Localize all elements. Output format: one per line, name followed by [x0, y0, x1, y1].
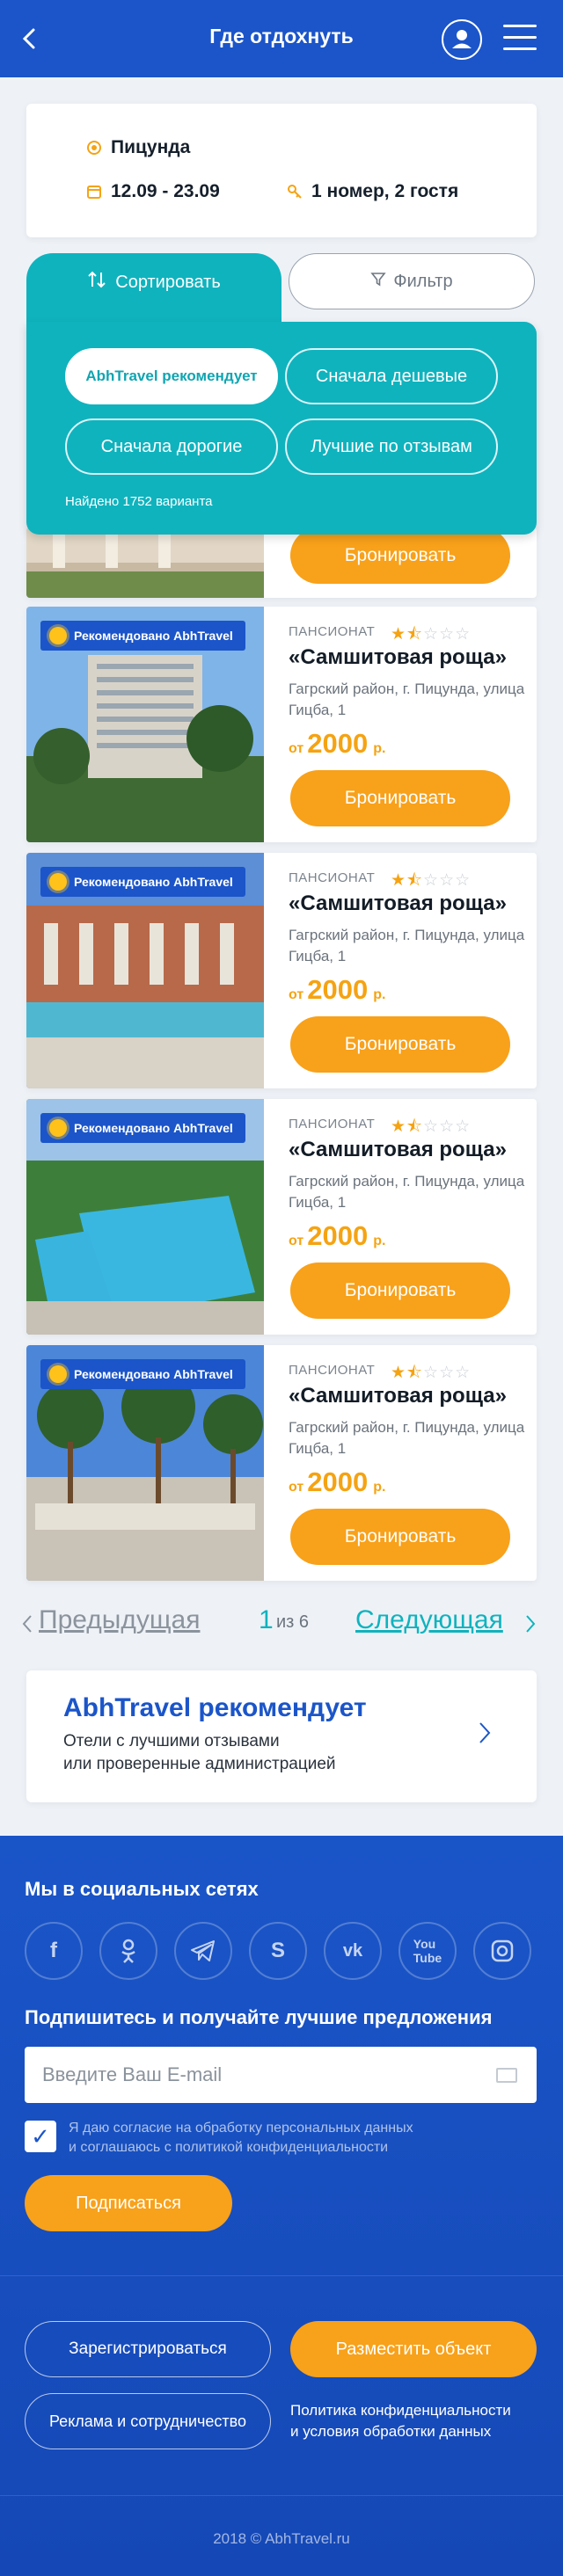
- hotel-name[interactable]: «Самшитовая роща»: [289, 1138, 507, 1162]
- hotel-type: ПАНСИОНАТ: [289, 1117, 376, 1132]
- badge-text: Рекомендовано AbhTravel: [74, 875, 233, 889]
- footer: Мы в социальных сетях f S vk You Tube Под…: [0, 1836, 563, 2576]
- sun-icon: [49, 873, 67, 891]
- sort-option-best-reviews[interactable]: Лучшие по отзывам: [285, 418, 498, 475]
- chevron-right-icon[interactable]: [477, 1718, 501, 1753]
- sun-icon: [49, 627, 67, 644]
- book-button[interactable]: Бронировать: [290, 770, 510, 826]
- youtube-icon[interactable]: You Tube: [398, 1922, 457, 1980]
- email-input[interactable]: [25, 2047, 537, 2103]
- app-header: Где отдохнуть: [0, 0, 563, 77]
- odnoklassniki-icon[interactable]: [99, 1922, 157, 1980]
- facebook-icon[interactable]: f: [25, 1922, 83, 1980]
- sort-option-cheap-first[interactable]: Сначала дешевые: [285, 348, 498, 404]
- skype-icon[interactable]: S: [249, 1922, 307, 1980]
- dates-row: 12.09 - 23.09: [86, 181, 220, 202]
- page-total: из 6: [276, 1612, 310, 1632]
- hamburger-menu-icon[interactable]: [503, 23, 537, 53]
- sort-label: Сортировать: [115, 272, 221, 292]
- recommended-badge: Рекомендовано AbhTravel: [40, 867, 245, 897]
- pagination: Предыдущая 1 из 6 Следующая: [21, 1605, 549, 1641]
- hotel-type: ПАНСИОНАТ: [289, 870, 376, 885]
- book-button[interactable]: Бронировать: [290, 528, 510, 584]
- recommended-badge: Рекомендовано AbhTravel: [40, 621, 245, 651]
- hotel-address: Гагрский район, г. Пицунда, улица Гицба,…: [289, 680, 525, 718]
- recommended-badge: Рекомендовано AbhTravel: [40, 1113, 245, 1143]
- sort-options-panel: AbhTravel рекомендует Сначала дешевые Сн…: [26, 322, 537, 535]
- back-arrow-icon[interactable]: [19, 21, 46, 56]
- guests-row: 1 номер, 2 гостя: [287, 181, 458, 202]
- badge-text: Рекомендовано AbhTravel: [74, 629, 233, 643]
- results-count: Найдено 1752 варианта: [65, 494, 213, 509]
- hotel-name[interactable]: «Самшитовая роща»: [289, 891, 507, 916]
- instagram-icon[interactable]: [473, 1922, 531, 1980]
- hotel-card[interactable]: Рекомендовано AbhTravel ПАНСИОНАТ ★⯪☆☆☆ …: [26, 853, 537, 1088]
- badge-text: Рекомендовано AbhTravel: [74, 1367, 233, 1381]
- footer-divider: [0, 2275, 563, 2276]
- sun-icon: [49, 1119, 67, 1137]
- hotel-type: ПАНСИОНАТ: [289, 1363, 376, 1378]
- sort-icon: [87, 270, 106, 295]
- vk-icon[interactable]: vk: [324, 1922, 382, 1980]
- mail-icon: [496, 2068, 517, 2083]
- hotel-name[interactable]: «Самшитовая роща»: [289, 1384, 507, 1408]
- hotel-price: от 2000 р.: [289, 1220, 386, 1251]
- hotel-price: от 2000 р.: [289, 974, 386, 1005]
- next-page-link[interactable]: Следующая: [355, 1605, 503, 1635]
- calendar-icon: [86, 184, 102, 200]
- hotel-address: Гагрский район, г. Пицунда, улица Гицба,…: [289, 927, 525, 964]
- sort-option-expensive-first[interactable]: Сначала дорогие: [65, 418, 278, 475]
- filter-label: Фильтр: [393, 271, 453, 291]
- subscribe-button[interactable]: Подписаться: [25, 2175, 232, 2231]
- location-row: Пицунда: [86, 137, 190, 158]
- subscribe-title: Подпишитесь и получайте лучшие предложен…: [25, 2006, 493, 2028]
- sun-icon: [49, 1365, 67, 1383]
- sort-option-recommended[interactable]: AbhTravel рекомендует: [65, 348, 278, 404]
- hotel-price: от 2000 р.: [289, 728, 386, 759]
- hotel-card-partial: Бронировать: [26, 528, 537, 598]
- badge-text: Рекомендовано AbhTravel: [74, 1121, 233, 1135]
- place-object-button[interactable]: Разместить объект: [290, 2321, 537, 2377]
- chevron-right-icon[interactable]: [524, 1614, 537, 1638]
- dates-text: 12.09 - 23.09: [111, 181, 220, 201]
- consent-checkbox[interactable]: ✓: [25, 2121, 56, 2152]
- current-page: 1: [259, 1605, 274, 1634]
- book-button[interactable]: Бронировать: [290, 1263, 510, 1319]
- recommend-title: AbhTravel рекомендует: [63, 1693, 367, 1722]
- footer-divider: [0, 2495, 563, 2496]
- recommended-badge: Рекомендовано AbhTravel: [40, 1359, 245, 1389]
- hotel-card[interactable]: Рекомендовано AbhTravel ПАНСИОНАТ ★⯪☆☆☆ …: [26, 1099, 537, 1335]
- search-summary-card[interactable]: Пицунда 12.09 - 23.09 1 номер, 2 гостя: [26, 104, 537, 237]
- location-text: Пицунда: [111, 137, 191, 157]
- hotel-card[interactable]: Рекомендовано AbhTravel ПАНСИОНАТ ★⯪☆☆☆ …: [26, 607, 537, 842]
- book-button[interactable]: Бронировать: [290, 1016, 510, 1073]
- register-button[interactable]: Зарегистрироваться: [25, 2321, 271, 2377]
- hotel-address: Гагрский район, г. Пицунда, улица Гицба,…: [289, 1173, 525, 1211]
- hotel-price: от 2000 р.: [289, 1466, 386, 1497]
- hotel-card[interactable]: Рекомендовано AbhTravel ПАНСИОНАТ ★⯪☆☆☆ …: [26, 1345, 537, 1581]
- key-icon: [287, 184, 303, 200]
- privacy-policy-link[interactable]: Политика конфиденциальности и условия обр…: [290, 2400, 545, 2442]
- sort-tab[interactable]: Сортировать: [26, 253, 282, 324]
- recommend-description: Отели с лучшими отзывами или проверенные …: [63, 1732, 336, 1773]
- hotel-name[interactable]: «Самшитовая роща»: [289, 645, 507, 670]
- filter-icon: [370, 271, 387, 292]
- telegram-icon[interactable]: [174, 1922, 232, 1980]
- ads-button[interactable]: Реклама и сотрудничество: [25, 2393, 271, 2449]
- consent-text: Я даю согласие на обработку персональных…: [69, 2121, 413, 2155]
- filter-button[interactable]: Фильтр: [289, 253, 535, 309]
- chevron-left-icon[interactable]: [21, 1614, 33, 1638]
- hotel-type: ПАНСИОНАТ: [289, 624, 376, 639]
- copyright: 2018 © AbhTravel.ru: [213, 2530, 350, 2547]
- book-button[interactable]: Бронировать: [290, 1509, 510, 1565]
- location-pin-icon: [86, 140, 102, 156]
- hotel-photo: [26, 528, 264, 598]
- guests-text: 1 номер, 2 гостя: [311, 181, 459, 201]
- hotel-address: Гагрский район, г. Пицунда, улица Гицба,…: [289, 1419, 525, 1457]
- prev-page-link[interactable]: Предыдущая: [39, 1605, 200, 1635]
- social-title: Мы в социальных сетях: [25, 1878, 259, 1900]
- user-icon[interactable]: [442, 19, 482, 60]
- recommend-card[interactable]: AbhTravel рекомендует Отели с лучшими от…: [26, 1670, 537, 1802]
